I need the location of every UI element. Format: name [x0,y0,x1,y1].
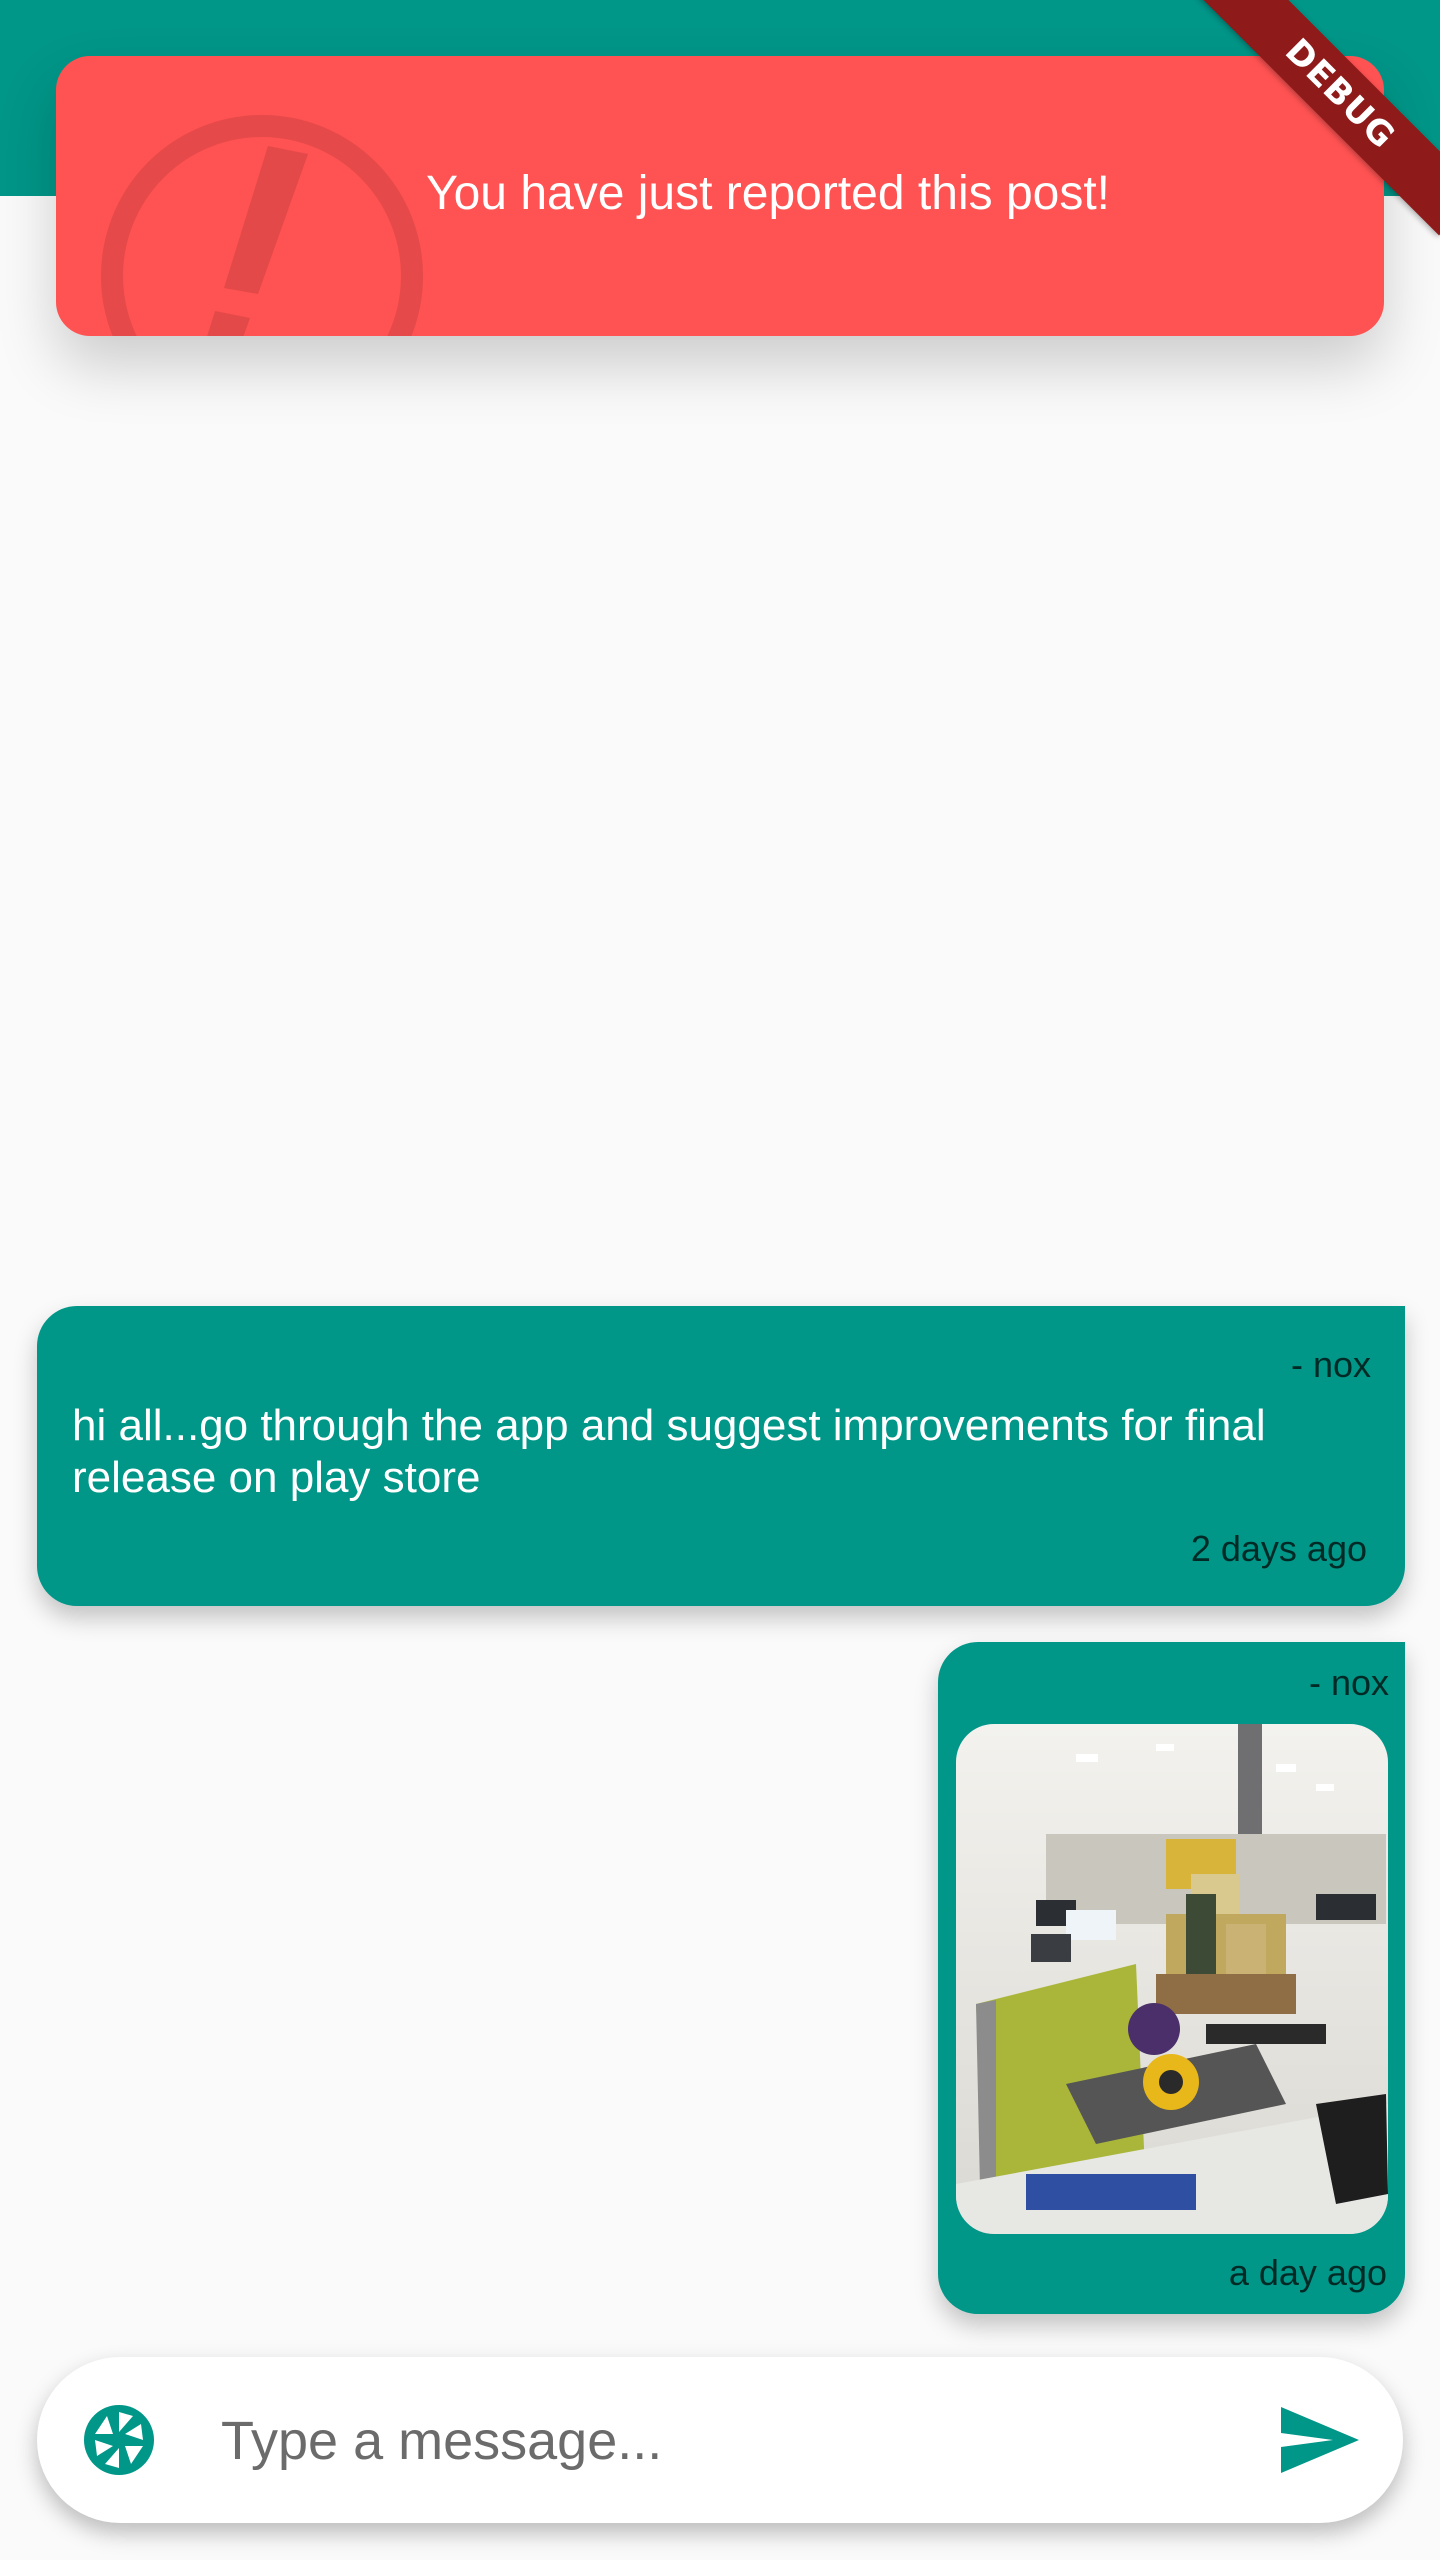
message-input[interactable] [219,2395,1223,2487]
send-icon[interactable] [1281,2407,1359,2473]
report-toast: You have just reported this post! [56,56,1384,336]
image-message-bubble[interactable]: - nox a day ago [938,1642,1405,2314]
message-image[interactable] [956,1724,1388,2234]
message-timestamp: 2 days ago [1190,1528,1367,1569]
office-desk-photo [956,1724,1388,2234]
message-timestamp: a day ago [1228,2252,1387,2293]
message-author: - nox [1290,1344,1371,1385]
message-bubble[interactable]: - nox hi all...go through the app and su… [37,1306,1405,1606]
camera-icon[interactable] [81,2402,157,2478]
toast-message: You have just reported this post! [426,167,1110,220]
message-composer [37,2357,1403,2523]
message-text: hi all...go through the app and suggest … [72,1401,1266,1502]
message-author: - nox [1308,1662,1389,1703]
